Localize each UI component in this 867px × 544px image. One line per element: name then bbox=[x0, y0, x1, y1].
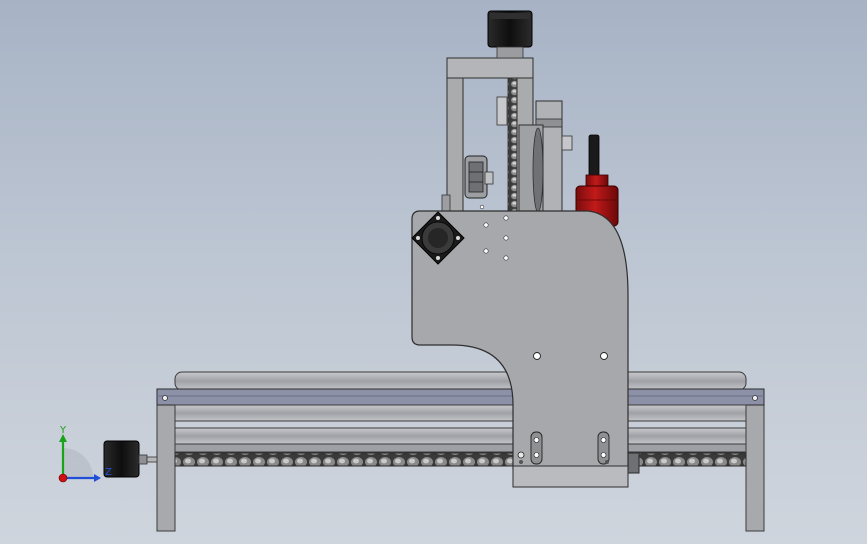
cad-viewport[interactable]: Y Z bbox=[0, 0, 867, 544]
cnc-machine-model[interactable]: Y Z bbox=[0, 0, 867, 544]
ball-screw bbox=[174, 452, 747, 474]
z-axis-label: Z bbox=[105, 467, 112, 478]
z-axis-dot bbox=[58, 473, 68, 483]
y-axis-label: Y bbox=[59, 425, 67, 436]
base-rails bbox=[156, 371, 765, 453]
stepper-motor-top bbox=[487, 10, 533, 59]
triad-plane bbox=[63, 448, 93, 478]
base-legs bbox=[156, 404, 765, 532]
stepper-motor-base bbox=[103, 440, 158, 478]
pulley bbox=[464, 155, 494, 199]
